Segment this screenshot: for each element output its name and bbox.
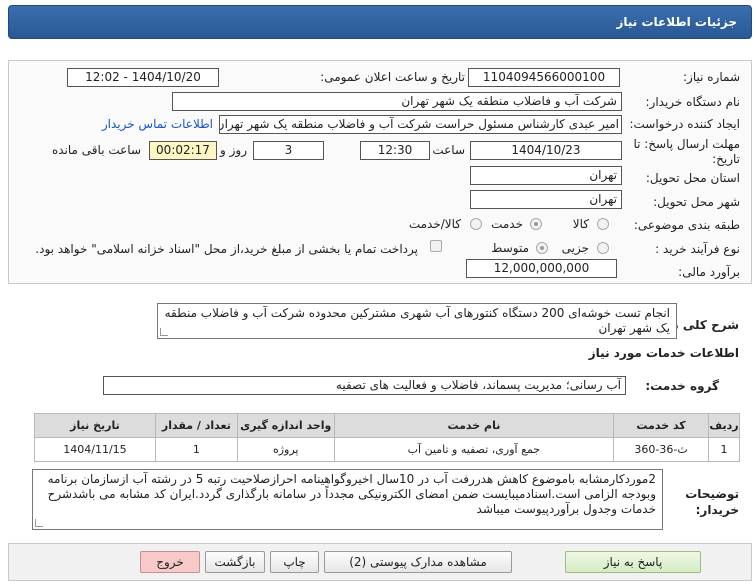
col-row: ردیف — [708, 413, 740, 438]
purchase-option-jozi: جزیی — [561, 241, 589, 255]
announce-datetime-field: 1404/10/20 - 12:02 — [67, 68, 219, 87]
reply-button[interactable]: پاسخ به نیاز — [565, 551, 701, 573]
purchase-option-motevaset: متوسط — [491, 241, 529, 255]
deadline-date-field: 1404/10/23 — [470, 141, 622, 160]
col-unit: واحد اندازه گیری — [236, 413, 335, 438]
purchase-type-label: نوع فرآیند خرید : — [655, 242, 740, 256]
remaining-days-label: روز و — [220, 143, 247, 157]
deadline-label-line2: تاریخ: — [712, 152, 740, 166]
buyer-notes-text: 2موردکارمشابه باموضوع کاهش هدررفت آب در … — [47, 472, 656, 516]
delivery-city-field: تهران — [470, 190, 622, 209]
purchase-radio-motevaset[interactable] — [536, 242, 548, 254]
category-radio-kala-khedmat[interactable] — [470, 218, 482, 230]
services-table: ردیف کد خدمت نام خدمت واحد اندازه گیری ت… — [34, 413, 740, 462]
remaining-time-label: ساعت باقی مانده — [51, 143, 141, 157]
service-group-field: آب رسانی؛ مدیریت پسماند، فاضلاب و فعالیت… — [103, 376, 626, 395]
budget-field: 12,000,000,000 — [466, 259, 617, 278]
col-service-name: نام خدمت — [333, 413, 615, 438]
deadline-time-field: 12:30 — [360, 141, 430, 160]
deadline-label-line1: مهلت ارسال پاسخ: تا — [633, 137, 740, 151]
need-number-field: 1104094566000100 — [468, 68, 620, 87]
delivery-city-label: شهر محل تحویل: — [653, 195, 740, 209]
delivery-province-field: تهران — [470, 166, 622, 185]
service-group-label: گروه خدمت: — [645, 379, 719, 393]
category-option-khedmat: خدمت — [491, 217, 523, 231]
buyer-notes-label-line1: توضیحات — [685, 487, 739, 501]
treasury-bonds-checkbox[interactable] — [430, 240, 442, 252]
table-row: 1 ث-36-360 جمع آوری، تصفیه و تامین آب پر… — [34, 437, 740, 462]
resize-grip-icon[interactable] — [160, 328, 168, 336]
col-service-code: کد خدمت — [613, 413, 710, 438]
services-table-header: ردیف کد خدمت نام خدمت واحد اندازه گیری ت… — [34, 413, 740, 438]
category-option-kala: کالا — [572, 217, 589, 231]
view-attachments-button[interactable]: مشاهده مدارک پیوستی (2) — [324, 551, 512, 573]
col-quantity: تعداد / مقدار — [154, 413, 238, 438]
treasury-bonds-note: پرداخت تمام یا بخشی از مبلغ خرید،از محل … — [35, 242, 418, 256]
page-header: جزئیات اطلاعات نیاز — [8, 5, 752, 39]
summary-text: انجام تست خوشه‌ای 200 دستگاه کنتورهای آب… — [164, 306, 670, 335]
buyer-org-label: نام دستگاه خریدار: — [645, 95, 741, 109]
cell-service-code: ث-36-360 — [613, 437, 710, 462]
category-label: طبقه بندی موضوعی: — [633, 218, 740, 232]
exit-button[interactable]: خروج — [140, 551, 200, 573]
remaining-days-field: 3 — [253, 141, 324, 160]
announce-datetime-label: تاریخ و ساعت اعلان عمومی: — [320, 70, 465, 84]
buyer-notes-textarea[interactable]: 2موردکارمشابه باموضوع کاهش هدررفت آب در … — [32, 469, 663, 530]
requester-label: ایجاد کننده درخواست: — [629, 117, 740, 131]
cell-row: 1 — [708, 437, 740, 462]
back-button[interactable]: بازگشت — [205, 551, 265, 573]
budget-label: برآورد مالی: — [678, 265, 740, 279]
print-button[interactable]: چاپ — [270, 551, 319, 573]
col-need-date: تاریخ نیاز — [34, 413, 156, 438]
delivery-province-label: استان محل تحویل: — [645, 171, 740, 185]
buyer-contact-link[interactable]: اطلاعات تماس خریدار — [102, 117, 213, 131]
remaining-time-field: 00:02:17 — [149, 141, 217, 160]
cell-need-date: 1404/11/15 — [34, 437, 156, 462]
category-radio-khedmat[interactable] — [530, 218, 542, 230]
summary-textarea[interactable]: انجام تست خوشه‌ای 200 دستگاه کنتورهای آب… — [157, 303, 677, 339]
page-title: جزئیات اطلاعات نیاز — [616, 15, 737, 29]
deadline-time-label: ساعت — [432, 143, 465, 157]
buyer-notes-label-line2: خریدار: — [695, 503, 739, 517]
category-radio-kala[interactable] — [597, 218, 609, 230]
purchase-radio-jozi[interactable] — [597, 242, 609, 254]
category-option-kala-khedmat: کالا/خدمت — [408, 217, 461, 231]
requester-field: امیر عبدی کارشناس مسئول حراست شرکت آب و … — [219, 115, 622, 134]
resize-grip-icon[interactable] — [35, 519, 43, 527]
need-number-label: شماره نیاز: — [683, 70, 740, 84]
cell-quantity: 1 — [154, 437, 238, 462]
cell-unit: پروژه — [236, 437, 335, 462]
cell-service-name: جمع آوری، تصفیه و تامین آب — [333, 437, 615, 462]
services-section-title: اطلاعات خدمات مورد نیاز — [588, 346, 739, 360]
buyer-org-field: شرکت آب و فاضلاب منطقه یک شهر تهران — [172, 92, 622, 111]
